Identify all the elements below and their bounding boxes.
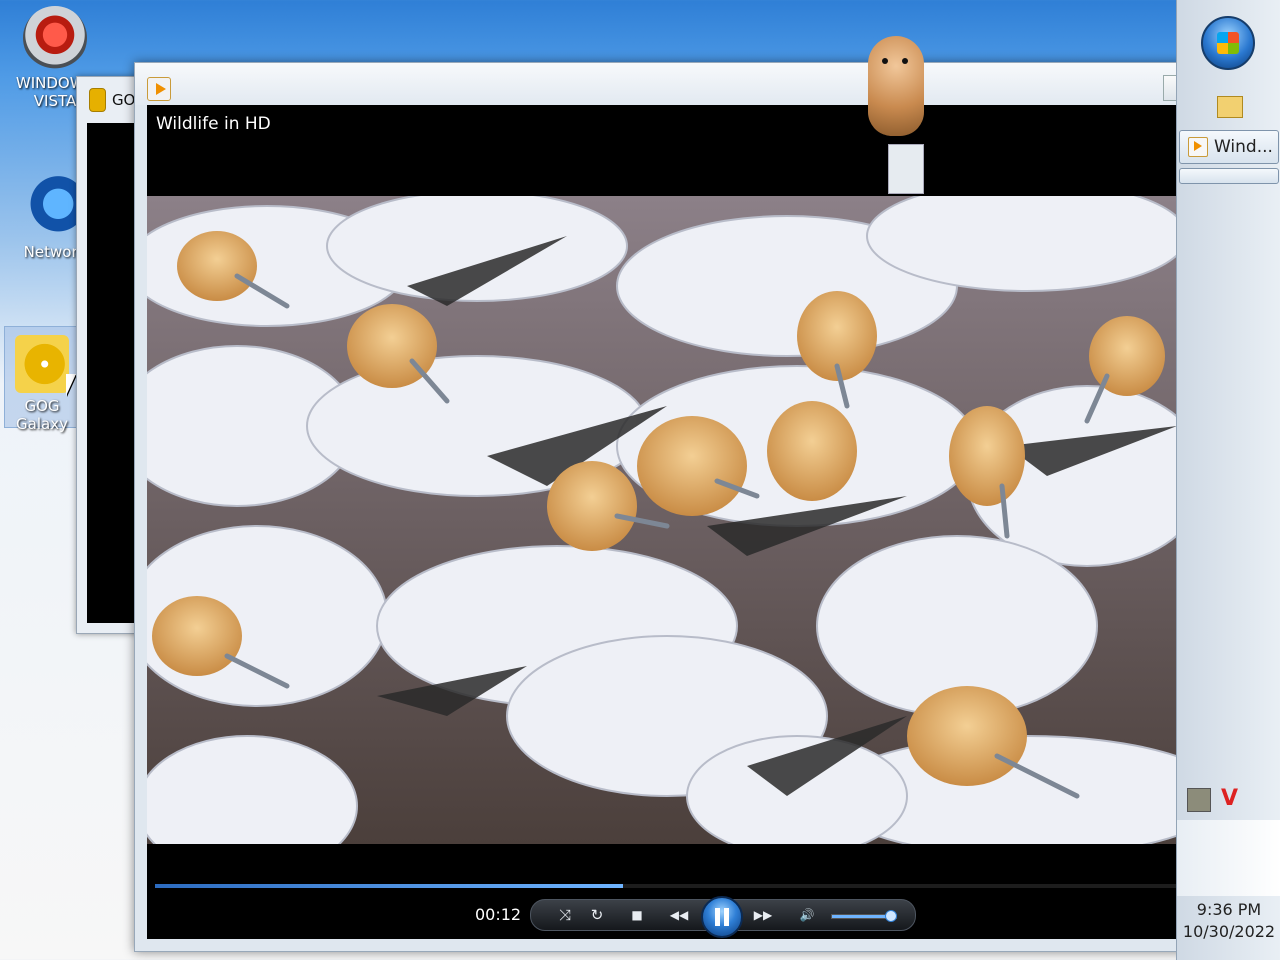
elapsed-time: 00:12 bbox=[475, 905, 522, 924]
video-frame[interactable] bbox=[147, 196, 1195, 844]
show-desktop-icon[interactable] bbox=[1217, 96, 1243, 118]
hamster-eye-icon bbox=[882, 58, 888, 64]
media-player-app-icon bbox=[1188, 137, 1208, 157]
vista-toy-icon bbox=[23, 6, 87, 70]
player-titlebar[interactable] bbox=[135, 63, 1195, 105]
next-button[interactable]: ▶▶ bbox=[745, 903, 781, 927]
clock-time[interactable]: 9:36 PM bbox=[1177, 900, 1280, 919]
hamster-gadget[interactable] bbox=[862, 36, 924, 196]
taskbar: Wind... V 9:36 PM 10/30/2022 bbox=[1176, 0, 1280, 960]
volume-slider[interactable] bbox=[831, 910, 897, 922]
taskbar-button-label: Wind... bbox=[1214, 137, 1273, 157]
seek-bar-progress bbox=[155, 884, 623, 888]
taskbar-button-media-player[interactable]: Wind... bbox=[1179, 130, 1279, 164]
gog-disc-icon bbox=[15, 335, 69, 393]
shuffle-button[interactable]: ⤨ bbox=[553, 903, 577, 927]
seek-bar[interactable] bbox=[155, 884, 1195, 888]
mouse-cursor-icon bbox=[66, 374, 76, 396]
volume-slider-fill bbox=[832, 915, 890, 918]
hamster-eye-icon bbox=[902, 58, 908, 64]
start-button[interactable] bbox=[1201, 16, 1255, 70]
hamster-icon bbox=[868, 36, 924, 136]
clock-date[interactable]: 10/30/2022 bbox=[1177, 922, 1280, 941]
desktop-icon-label: GOG Galaxy bbox=[16, 397, 68, 433]
transport-controls: ⤨ ↻ ■ ◀◀ ▶▶ 🔊 bbox=[530, 896, 916, 938]
gog-app-icon bbox=[89, 88, 106, 112]
pause-button[interactable] bbox=[701, 896, 743, 938]
repeat-button[interactable]: ↻ bbox=[585, 903, 609, 927]
tray-v-icon[interactable]: V bbox=[1221, 786, 1238, 811]
volume-slider-knob[interactable] bbox=[884, 910, 897, 922]
previous-button[interactable]: ◀◀ bbox=[661, 903, 697, 927]
tray-app-icon[interactable] bbox=[1187, 788, 1211, 812]
video-title: Wildlife in HD bbox=[156, 114, 271, 134]
media-player-app-icon bbox=[147, 77, 171, 101]
tray-area bbox=[1177, 820, 1280, 896]
gannet-colony-image bbox=[147, 196, 1195, 844]
gadget-drag-handle[interactable] bbox=[888, 144, 924, 194]
media-player-window[interactable]: Wildlife in HD 00:12 ⤨ ↻ ■ ◀◀ ▶▶ 🔊 bbox=[134, 62, 1196, 952]
video-screen[interactable]: Wildlife in HD 00:12 ⤨ ↻ ■ ◀◀ ▶▶ 🔊 bbox=[147, 105, 1195, 939]
taskbar-button-secondary[interactable] bbox=[1179, 168, 1279, 184]
stop-button[interactable]: ■ bbox=[625, 903, 649, 927]
mute-button[interactable]: 🔊 bbox=[795, 903, 819, 927]
